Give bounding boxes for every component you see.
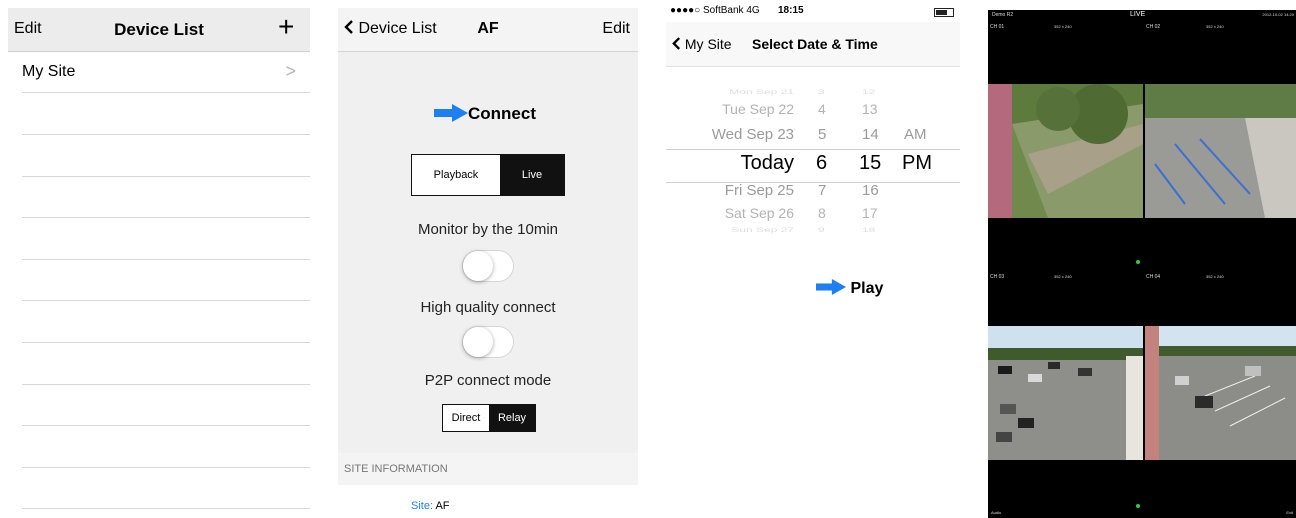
camera-view-ch03[interactable] [988, 326, 1143, 460]
audio-button[interactable]: Audio [991, 510, 1001, 515]
picker-minute[interactable]: 13 [862, 101, 878, 117]
back-button[interactable]: My Site [672, 36, 732, 52]
picker-minute[interactable]: 14 [862, 126, 879, 143]
picker-minute[interactable]: 17 [862, 205, 878, 221]
edit-button[interactable]: Edit [602, 20, 630, 38]
p2p-segmented-control: Direct Relay [442, 404, 536, 432]
channel-label: CH 02 [1146, 24, 1161, 30]
picker-hour[interactable]: 8 [818, 205, 826, 221]
picker-minute-selected[interactable]: 15 [859, 152, 881, 175]
list-item [22, 384, 310, 426]
picker-hour[interactable]: 7 [818, 182, 826, 199]
site-info: Site: AF [411, 500, 450, 512]
page-title: Device List [114, 20, 204, 39]
chevron-left-icon [672, 37, 681, 50]
list-item [22, 343, 310, 385]
list-item [22, 176, 310, 218]
play-label: Play [850, 280, 884, 297]
list-item [22, 218, 310, 260]
mode-segmented-control: Playback Live [411, 154, 565, 196]
back-label: My Site [684, 36, 732, 52]
date-time-picker[interactable]: Mon Sep 21 Tue Sep 22 Wed Sep 23 Today F… [666, 82, 960, 248]
channel-label: CH 04 [1146, 274, 1161, 280]
device-name: Demo R2 [992, 12, 1014, 18]
picker-date[interactable]: Fri Sep 25 [725, 182, 794, 199]
nav-bar: Device List AF Edit [338, 8, 638, 52]
live-view-screen: Demo R2 LIVE 2012-10-02 14:20 CH 01 352 … [988, 10, 1296, 518]
list-item-my-site[interactable]: My Site > [22, 51, 310, 93]
picker-am[interactable]: AM [904, 126, 927, 143]
status-indicator-icon [1136, 260, 1140, 264]
device-list-screen: Edit Device List + My Site > [8, 8, 310, 518]
picker-date[interactable]: Wed Sep 23 [712, 126, 794, 143]
list-item [22, 467, 310, 509]
site-connect-screen: Device List AF Edit Connect Playback Liv… [338, 8, 638, 518]
status-bar: ●●●●○ SoftBank 4G 18:15 [666, 2, 960, 22]
chevron-right-icon: > [285, 61, 296, 81]
picker-date-selected[interactable]: Today [741, 152, 794, 175]
segment-live[interactable]: Live [500, 155, 564, 195]
camera-view-ch01[interactable] [988, 84, 1143, 218]
picker-minute[interactable]: 16 [862, 182, 879, 199]
exit-button[interactable]: Exit [1286, 510, 1293, 515]
connect-label: Connect [468, 104, 536, 123]
picker-date[interactable]: Sat Sep 26 [725, 205, 794, 221]
picker-hour[interactable]: 4 [818, 101, 826, 117]
picker-date[interactable]: Mon Sep 21 [729, 88, 794, 96]
site-value: AF [435, 500, 450, 512]
segment-direct[interactable]: Direct [443, 405, 489, 431]
list-item [22, 301, 310, 343]
play-button[interactable]: Play [816, 279, 883, 298]
list-item-label: My Site [22, 63, 76, 80]
battery-icon [934, 8, 954, 17]
picker-date[interactable]: Tue Sep 22 [722, 101, 794, 117]
monitor-toggle[interactable] [462, 250, 514, 282]
picker-minute[interactable]: 12 [862, 88, 875, 96]
arrow-right-icon [434, 104, 468, 122]
picker-hour[interactable]: 5 [818, 126, 826, 143]
high-quality-toggle[interactable] [462, 326, 514, 358]
site-info-row [338, 485, 638, 518]
status-indicator-icon [1136, 504, 1140, 508]
section-header: SITE INFORMATION [338, 453, 638, 485]
channel-resolution: 352 x 240 [1206, 274, 1224, 279]
clock-text: 18:15 [778, 5, 804, 16]
segment-playback[interactable]: Playback [412, 155, 500, 195]
select-date-time-screen: ●●●●○ SoftBank 4G 18:15 My Site Select D… [666, 2, 960, 518]
add-device-button[interactable]: + [278, 12, 294, 42]
list-item [22, 93, 310, 135]
monitor-label: Monitor by the 10min [417, 221, 559, 238]
connect-button[interactable]: Connect [434, 104, 536, 124]
channel-resolution: 352 x 240 [1206, 24, 1224, 29]
segment-relay[interactable]: Relay [489, 405, 535, 431]
camera-view-ch04[interactable] [1145, 326, 1296, 460]
timestamp: 2012-10-02 14:20 [1262, 12, 1294, 17]
site-key: Site: [411, 500, 434, 512]
high-quality-label: High quality connect [420, 299, 556, 316]
nav-bar: My Site Select Date & Time [666, 22, 960, 67]
picker-hour-selected[interactable]: 6 [816, 152, 827, 175]
picker-hour[interactable]: 9 [818, 227, 825, 234]
live-title: LIVE [1130, 11, 1146, 18]
picker-hour[interactable]: 3 [818, 88, 825, 96]
arrow-right-icon [816, 279, 846, 295]
camera-view-ch02[interactable] [1145, 84, 1296, 218]
picker-pm-selected[interactable]: PM [902, 152, 932, 175]
list-item [22, 426, 310, 468]
channel-label: CH 03 [990, 274, 1005, 280]
channel-resolution: 352 x 240 [1054, 274, 1072, 279]
channel-resolution: 352 x 240 [1054, 24, 1072, 29]
p2p-label: P2P connect mode [424, 372, 552, 389]
channel-label: CH 01 [990, 24, 1005, 30]
list-item [22, 135, 310, 177]
carrier-text: ●●●●○ SoftBank 4G [670, 5, 760, 16]
list-item [22, 259, 310, 301]
picker-date[interactable]: Sun Sep 27 [731, 227, 794, 234]
picker-minute[interactable]: 18 [862, 227, 875, 234]
nav-bar: Edit Device List + [8, 8, 310, 52]
page-title: Select Date & Time [752, 36, 878, 52]
page-title: AF [477, 20, 499, 37]
